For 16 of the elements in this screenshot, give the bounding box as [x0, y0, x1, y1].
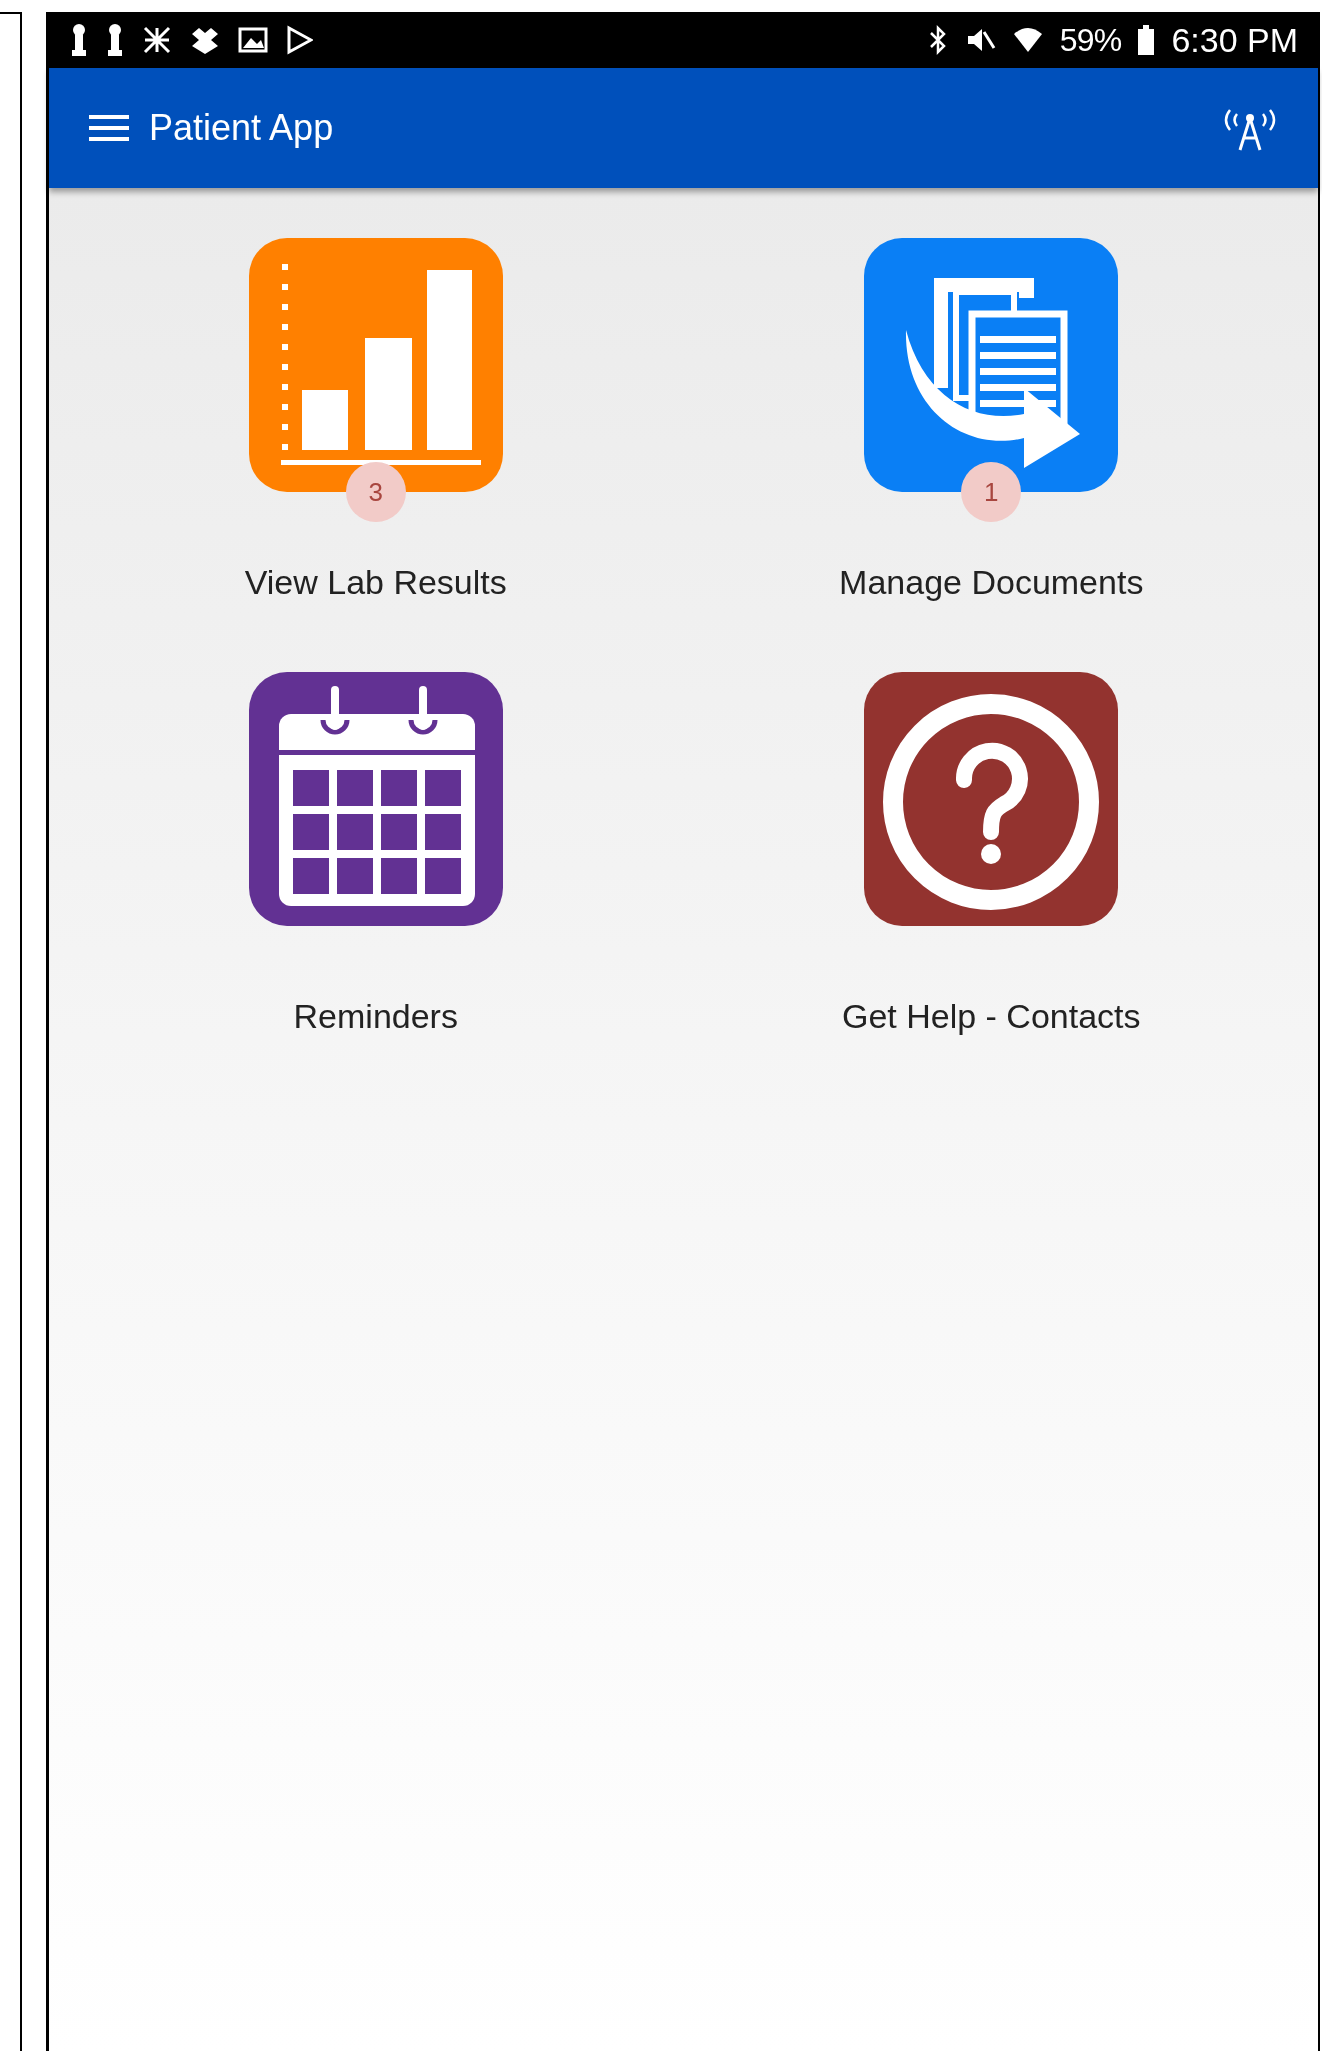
battery-icon — [1137, 24, 1156, 56]
key-icon — [69, 23, 89, 57]
clock-time: 6:30 PM — [1171, 23, 1298, 57]
help-icon[interactable] — [864, 672, 1119, 926]
menu-icon[interactable] — [89, 113, 129, 143]
tile-label[interactable]: Reminders — [293, 994, 458, 1038]
bluetooth-icon — [927, 24, 948, 56]
tile-label[interactable]: View Lab Results — [244, 560, 507, 604]
key-icon — [105, 23, 125, 57]
calendar-icon[interactable] — [248, 672, 503, 926]
app-title: Patient App — [149, 106, 334, 150]
tile-label[interactable]: Get Help - Contacts — [841, 994, 1141, 1038]
battery-percentage: 59% — [1059, 24, 1122, 56]
play-icon — [285, 24, 313, 56]
count-badge: 1 — [961, 462, 1022, 522]
tile-label[interactable]: Manage Documents — [839, 560, 1144, 604]
